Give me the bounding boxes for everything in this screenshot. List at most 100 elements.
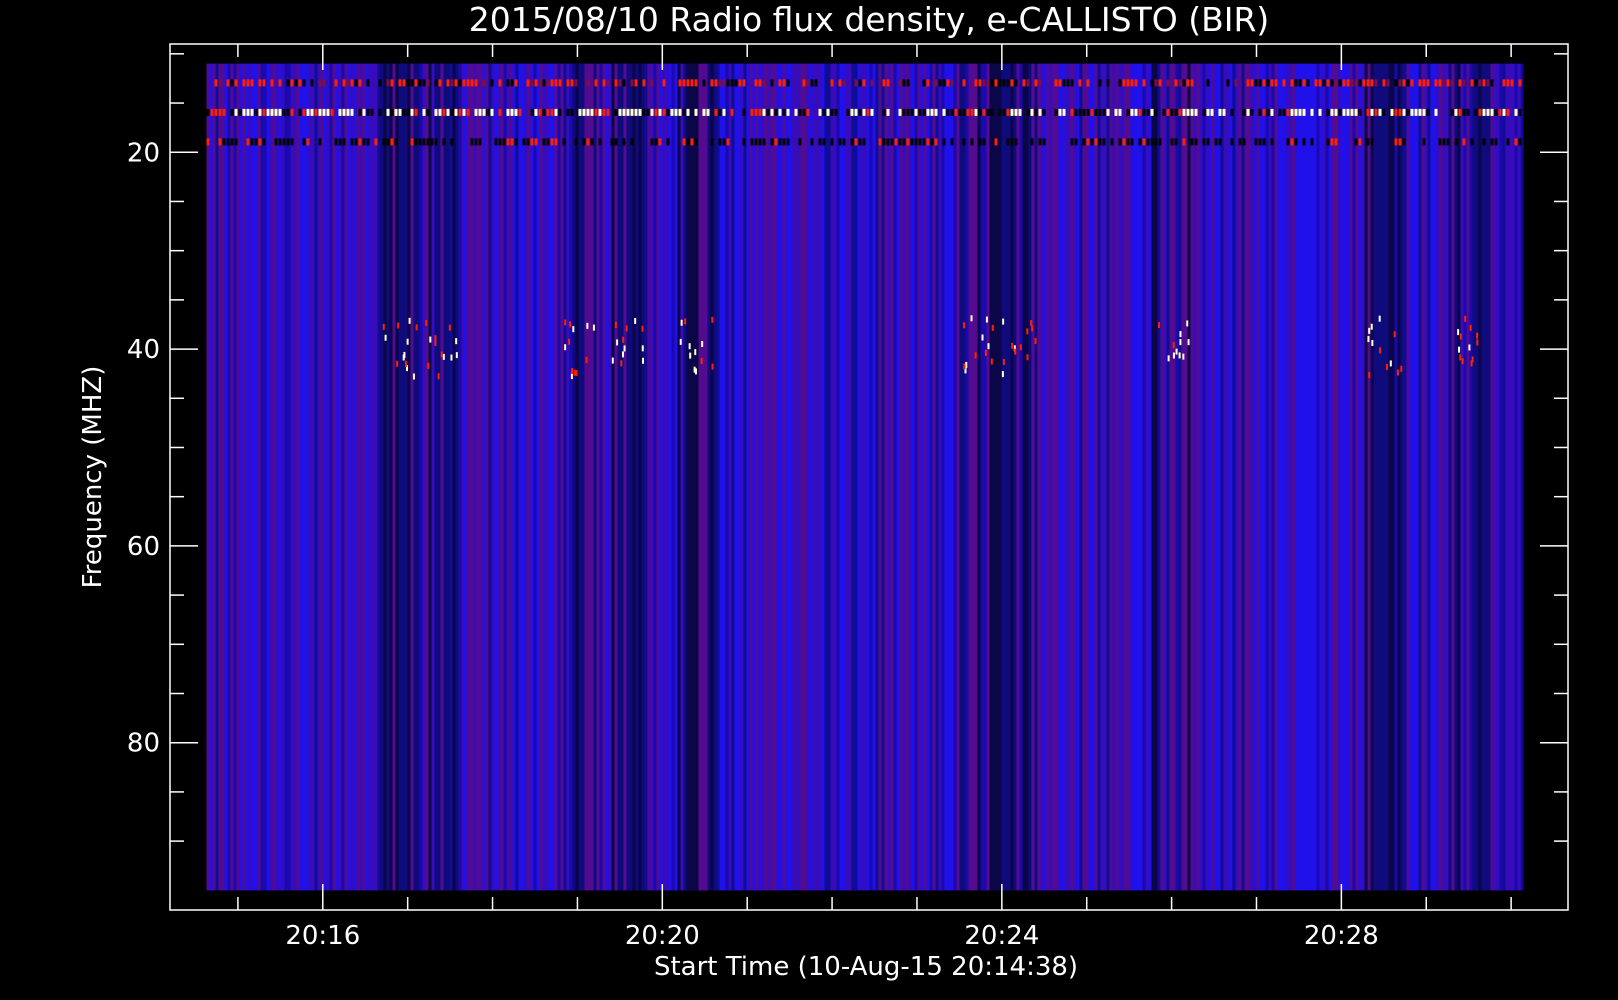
interference-mark bbox=[1102, 138, 1106, 146]
interference-mark bbox=[1186, 79, 1190, 87]
interference-mark bbox=[1150, 108, 1154, 116]
interference-mark bbox=[1142, 108, 1146, 116]
heatmap-column bbox=[494, 63, 498, 891]
heatmap-column bbox=[251, 63, 255, 891]
interference-mark bbox=[954, 108, 958, 116]
interference-mark bbox=[614, 108, 618, 116]
interference-mark bbox=[882, 79, 886, 87]
interference-mark bbox=[1122, 138, 1126, 146]
interference-mark bbox=[1390, 108, 1394, 116]
interference-mark bbox=[1358, 108, 1362, 116]
interference-mark bbox=[1218, 138, 1222, 146]
heatmap-column bbox=[776, 63, 780, 891]
heatmap-column bbox=[920, 63, 924, 891]
interference-mark bbox=[1402, 108, 1406, 116]
interference-mark bbox=[294, 79, 298, 87]
heatmap-column bbox=[443, 63, 447, 891]
interference-mark bbox=[1306, 79, 1310, 87]
interference-mark bbox=[286, 79, 290, 87]
heatmap-column bbox=[311, 63, 315, 891]
interference-mark bbox=[930, 108, 934, 116]
heatmap-column bbox=[1025, 63, 1029, 891]
interference-mark bbox=[1334, 138, 1338, 146]
interference-mark bbox=[690, 138, 694, 146]
interference-mark bbox=[1422, 108, 1426, 116]
burst-mark bbox=[1002, 318, 1005, 325]
interference-mark bbox=[274, 138, 278, 146]
burst-mark bbox=[991, 324, 994, 331]
interference-mark bbox=[1090, 108, 1094, 116]
interference-mark bbox=[1518, 79, 1522, 87]
interference-mark bbox=[906, 79, 910, 87]
interference-mark bbox=[622, 138, 626, 146]
heatmap-column bbox=[803, 63, 807, 891]
interference-mark bbox=[1162, 108, 1166, 116]
interference-mark bbox=[978, 108, 982, 116]
heatmap-column bbox=[1508, 63, 1512, 891]
interference-mark bbox=[718, 79, 722, 87]
interference-mark bbox=[758, 138, 762, 146]
interference-mark bbox=[1142, 79, 1146, 87]
interference-mark bbox=[266, 108, 270, 116]
interference-mark bbox=[226, 79, 230, 87]
heatmap-column bbox=[299, 63, 303, 891]
interference-mark bbox=[1518, 138, 1522, 146]
interference-mark bbox=[234, 108, 238, 116]
heatmap-column bbox=[1055, 63, 1059, 891]
heatmap-column bbox=[434, 63, 438, 891]
interference-mark bbox=[1118, 108, 1122, 116]
heatmap-column bbox=[794, 63, 798, 891]
interference-mark bbox=[1502, 108, 1506, 116]
heatmap-column bbox=[362, 63, 366, 891]
interference-mark bbox=[962, 79, 966, 87]
interference-mark bbox=[1026, 79, 1030, 87]
interference-mark bbox=[842, 138, 846, 146]
interference-mark bbox=[222, 108, 226, 116]
heatmap-column bbox=[1010, 63, 1014, 891]
interference-mark bbox=[474, 79, 478, 87]
heatmap-column bbox=[491, 63, 495, 891]
interference-mark bbox=[1482, 138, 1486, 146]
heatmap-column bbox=[1460, 63, 1464, 891]
interference-mark bbox=[1462, 138, 1466, 146]
burst-mark bbox=[1469, 324, 1472, 331]
interference-mark bbox=[1222, 108, 1226, 116]
interference-mark bbox=[1170, 108, 1174, 116]
heatmap-column bbox=[965, 63, 969, 891]
interference-mark bbox=[646, 108, 650, 116]
interference-mark bbox=[402, 108, 406, 116]
heatmap-column bbox=[1418, 63, 1422, 891]
interference-mark bbox=[234, 79, 238, 87]
heatmap-column bbox=[578, 63, 582, 891]
interference-mark bbox=[374, 138, 378, 146]
heatmap-column bbox=[1250, 63, 1254, 891]
interference-mark bbox=[982, 79, 986, 87]
interference-mark bbox=[762, 108, 766, 116]
heatmap-column bbox=[992, 63, 996, 891]
heatmap-column bbox=[1229, 63, 1233, 891]
heatmap-column bbox=[1511, 63, 1515, 891]
heatmap-column bbox=[335, 63, 339, 891]
heatmap-column bbox=[998, 63, 1002, 891]
heatmap-column bbox=[917, 63, 921, 891]
burst-mark bbox=[425, 319, 428, 326]
interference-mark bbox=[446, 79, 450, 87]
interference-mark bbox=[1354, 108, 1358, 116]
interference-mark bbox=[362, 138, 366, 146]
heatmap-column bbox=[422, 63, 426, 891]
heatmap-column bbox=[791, 63, 795, 891]
burst-mark bbox=[1030, 320, 1033, 327]
interference-mark bbox=[806, 108, 810, 116]
burst-mark bbox=[1459, 333, 1462, 340]
interference-mark bbox=[786, 79, 790, 87]
heatmap-column bbox=[575, 63, 579, 891]
interference-mark bbox=[1098, 138, 1102, 146]
heatmap-column bbox=[767, 63, 771, 891]
interference-mark bbox=[1374, 79, 1378, 87]
heatmap-column bbox=[479, 63, 483, 891]
interference-mark bbox=[926, 138, 930, 146]
interference-mark bbox=[422, 138, 426, 146]
interference-mark bbox=[622, 79, 626, 87]
interference-mark bbox=[318, 138, 322, 146]
heatmap-column bbox=[215, 63, 219, 891]
